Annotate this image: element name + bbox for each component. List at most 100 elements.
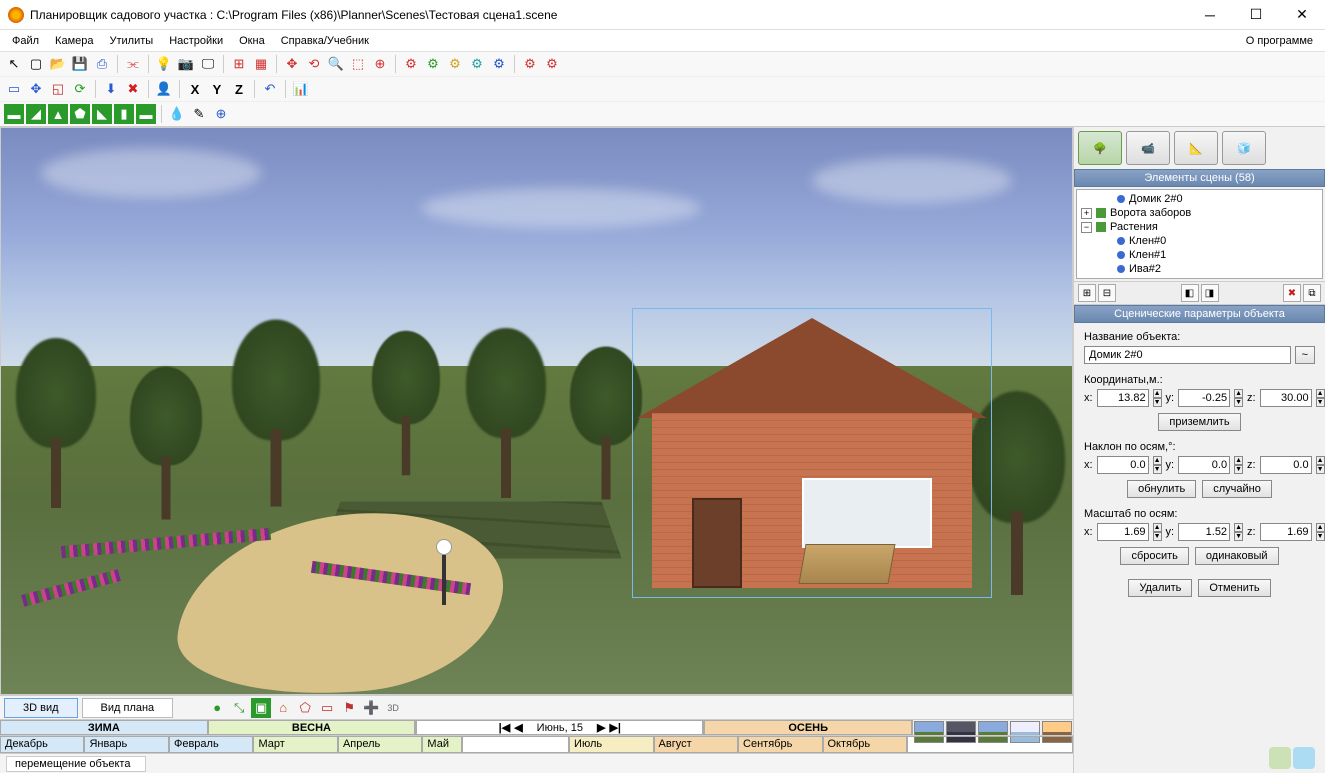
axis-z-button[interactable]: Z [229,79,249,99]
gear-blue-icon[interactable]: ⚙ [489,54,509,74]
uniform-scale-button[interactable]: одинаковый [1195,547,1279,565]
reset-scale-button[interactable]: сбросить [1120,547,1188,565]
undo-icon[interactable]: ↶ [260,79,280,99]
gear-minus-icon[interactable]: ⚙ [542,54,562,74]
save-icon[interactable]: 💾 [70,54,90,74]
monitor-icon[interactable]: 🖵 [198,54,218,74]
water-drop-icon[interactable]: 💧 [167,104,187,124]
tree-copy-icon[interactable]: ⧉ [1303,284,1321,302]
scale-z-input[interactable] [1260,523,1312,541]
month-next-fast-icon[interactable]: ▶| [609,721,621,734]
tree-collapse-all-icon[interactable]: ⊟ [1098,284,1116,302]
menu-windows[interactable]: Окна [231,33,273,49]
zoom-icon[interactable]: 🔍 [326,54,346,74]
tree-expand-icon[interactable]: + [1081,208,1092,219]
spin-buttons[interactable]: ▲▼ [1316,456,1325,474]
grid2-icon[interactable]: ▦ [251,54,271,74]
delete-x-icon[interactable]: ✖ [123,79,143,99]
menu-about[interactable]: О программе [1238,33,1321,49]
move-arrows-icon[interactable]: ✥ [282,54,302,74]
rect-select-icon[interactable]: ▭ [4,79,24,99]
name-dropdown-button[interactable]: ~ [1295,346,1315,364]
delete-object-button[interactable]: Удалить [1128,579,1192,597]
ground-button[interactable]: приземлить [1158,413,1240,431]
gear-red-icon[interactable]: ⚙ [401,54,421,74]
spin-buttons[interactable]: ▲▼ [1316,389,1325,407]
object-name-input[interactable] [1084,346,1291,364]
new-file-icon[interactable]: ▢ [26,54,46,74]
scene-tree[interactable]: Домик 2#0 +Ворота заборов −Растения Клен… [1076,189,1323,279]
maximize-button[interactable]: ☐ [1233,0,1279,30]
vt-plus-icon[interactable]: ➕ [361,698,381,718]
vt-flag-icon[interactable]: ⚑ [339,698,359,718]
menu-settings[interactable]: Настройки [161,33,231,49]
viewport-3d[interactable] [0,127,1073,695]
menu-help[interactable]: Справка/Учебник [273,33,377,49]
save-multi-icon[interactable]: ⎙ [92,54,112,74]
terrain-tool6-icon[interactable]: ▮ [114,104,134,124]
month-sep[interactable]: Август [654,736,738,753]
month-prev-fast-icon[interactable]: |◀ [499,721,511,734]
vt-poly-icon[interactable]: ⬠ [295,698,315,718]
season-autumn[interactable]: ОСЕНЬ [704,720,912,735]
target-icon[interactable]: ⊕ [370,54,390,74]
tilt-x-input[interactable] [1097,456,1149,474]
month-feb[interactable]: Февраль [169,736,253,753]
vt-sphere-icon[interactable]: ● [207,698,227,718]
panel-tab-materials-icon[interactable]: 🧊 [1222,131,1266,165]
vt-rect-icon[interactable]: ▭ [317,698,337,718]
coord-x-input[interactable] [1097,389,1149,407]
terrain-tool2-icon[interactable]: ◢ [26,104,46,124]
tree-collapse-icon[interactable]: − [1081,222,1092,233]
camera-icon[interactable]: 📷 [176,54,196,74]
panel-tab-camera-icon[interactable]: 📹 [1126,131,1170,165]
month-aug[interactable]: Июль [569,736,653,753]
axis-y-button[interactable]: Y [207,79,227,99]
vt-3d-icon[interactable]: 3D [383,698,403,718]
tilt-y-input[interactable] [1178,456,1230,474]
gear-yellow-icon[interactable]: ⚙ [445,54,465,74]
spin-buttons[interactable]: ▲▼ [1316,523,1325,541]
spin-buttons[interactable]: ▲▼ [1234,523,1243,541]
month-oct[interactable]: Сентябрь [738,736,822,753]
month-may[interactable]: Май [422,736,462,753]
chart-icon[interactable]: 📊 [291,79,311,99]
vt-axis-icon[interactable]: ⤡ [229,698,249,718]
panel-tab-scene-icon[interactable]: 🌳 [1078,131,1122,165]
terrain-tool7-icon[interactable]: ▬ [136,104,156,124]
tab-3d-view[interactable]: 3D вид [4,698,78,718]
scale-x-input[interactable] [1097,523,1149,541]
random-tilt-button[interactable]: случайно [1202,480,1272,498]
terrain-tool4-icon[interactable]: ⬟ [70,104,90,124]
month-next-icon[interactable]: ▶ [597,721,605,734]
vt-box-icon[interactable]: ▣ [251,698,271,718]
grid-icon[interactable]: ⊞ [229,54,249,74]
snap-icon[interactable]: ⬇ [101,79,121,99]
close-button[interactable]: ✕ [1279,0,1325,30]
menu-file[interactable]: Файл [4,33,47,49]
season-spring[interactable]: ВЕСНА [208,720,416,735]
spin-buttons[interactable]: ▲▼ [1234,456,1243,474]
tree-delete-icon[interactable]: ✖ [1283,284,1301,302]
month-nov[interactable]: Октябрь [823,736,907,753]
minimize-button[interactable]: ─ [1187,0,1233,30]
tree-expand-all-icon[interactable]: ⊞ [1078,284,1096,302]
cursor-tool-icon[interactable]: ↖ [4,54,24,74]
reset-tilt-button[interactable]: обнулить [1127,480,1196,498]
month-mar[interactable]: Март [253,736,337,753]
terrain-tool3-icon[interactable]: ▲ [48,104,68,124]
scale-tool-icon[interactable]: ◱ [48,79,68,99]
month-jan[interactable]: Январь [84,736,168,753]
open-file-icon[interactable]: 📂 [48,54,68,74]
wizard-icon[interactable]: 👤 [154,79,174,99]
tree-toggle2-icon[interactable]: ◨ [1201,284,1219,302]
cancel-button[interactable]: Отменить [1198,579,1270,597]
coord-z-input[interactable] [1260,389,1312,407]
spin-buttons[interactable]: ▲▼ [1153,456,1162,474]
axis-x-button[interactable]: X [185,79,205,99]
lightbulb-icon[interactable]: 💡 [154,54,174,74]
coord-y-input[interactable] [1178,389,1230,407]
crosshair-icon[interactable]: ⊕ [211,104,231,124]
rotate-icon[interactable]: ⟲ [304,54,324,74]
chainlink-icon[interactable]: ⫘ [123,54,143,74]
